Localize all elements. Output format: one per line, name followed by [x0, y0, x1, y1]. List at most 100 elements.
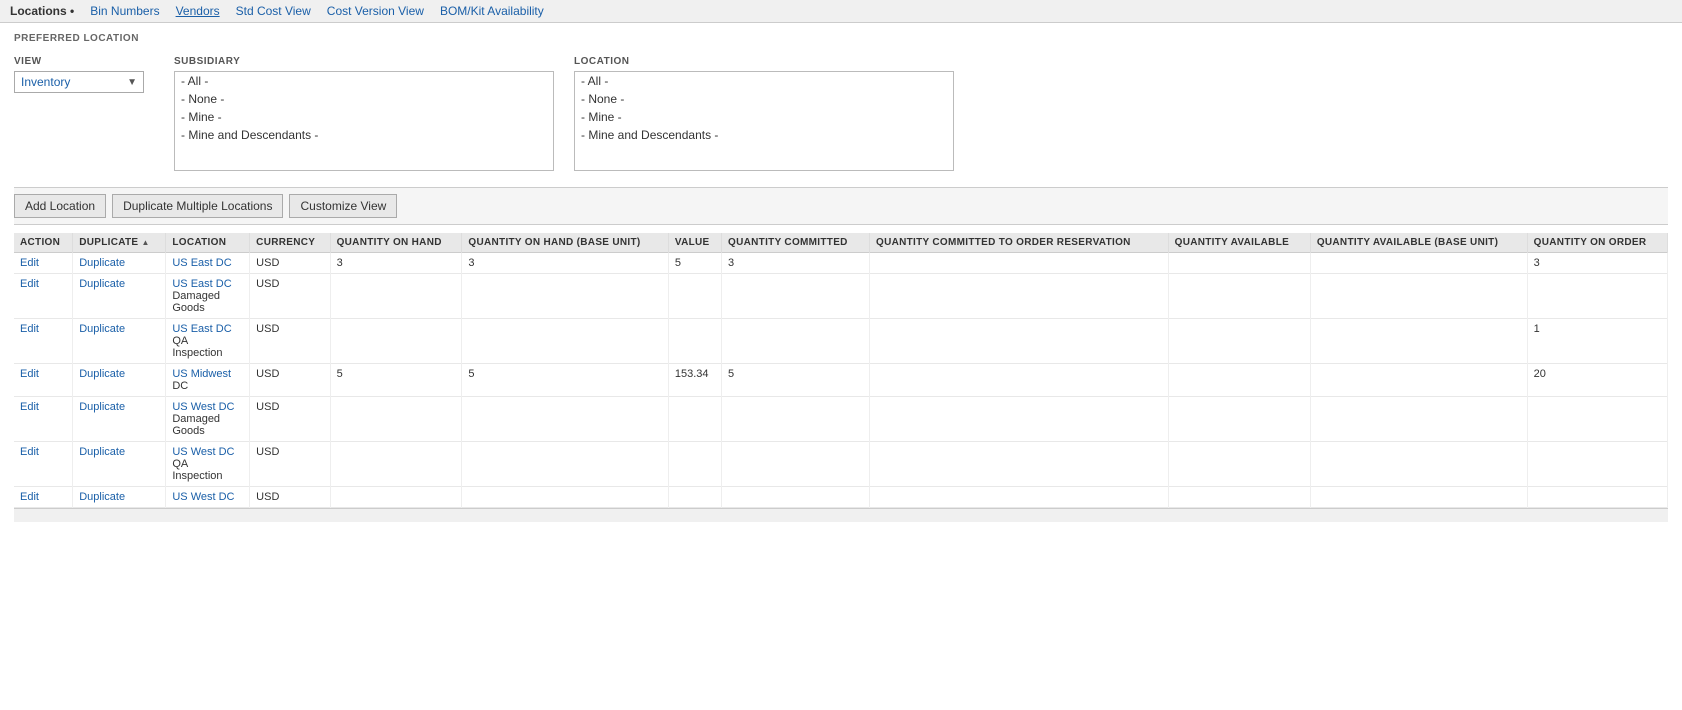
- cell-qty-available: [1168, 442, 1310, 487]
- duplicate-link[interactable]: Duplicate: [79, 401, 125, 413]
- duplicate-link[interactable]: Duplicate: [79, 278, 125, 290]
- col-duplicate[interactable]: DUPLICATE ▲: [73, 233, 166, 253]
- nav-vendors[interactable]: Vendors: [176, 4, 220, 18]
- location-item-all[interactable]: - All -: [575, 72, 953, 90]
- location-item-mine-descendants[interactable]: - Mine and Descendants -: [575, 126, 953, 144]
- cell-qty-committed-order: [870, 253, 1169, 274]
- duplicate-link[interactable]: Duplicate: [79, 257, 125, 269]
- cell-value: 153.34: [668, 364, 721, 397]
- cell-value: [668, 397, 721, 442]
- subsidiary-item-mine-descendants[interactable]: - Mine and Descendants -: [175, 126, 553, 144]
- edit-link[interactable]: Edit: [20, 491, 39, 503]
- cell-currency: USD: [250, 397, 330, 442]
- cell-action: Edit: [14, 319, 73, 364]
- table-row: Edit Duplicate US MidwestDC USD 5 5 153.…: [14, 364, 1668, 397]
- toolbar: Add Location Duplicate Multiple Location…: [14, 187, 1668, 225]
- cell-currency: USD: [250, 274, 330, 319]
- horizontal-scrollbar[interactable]: [14, 508, 1668, 522]
- cell-qty-committed-order: [870, 442, 1169, 487]
- location-link[interactable]: US East DC: [172, 323, 231, 335]
- location-link[interactable]: US East DC: [172, 257, 231, 269]
- table-row: Edit Duplicate US West DC USD: [14, 487, 1668, 508]
- cell-location: US East DCQAInspection: [166, 319, 250, 364]
- cell-duplicate: Duplicate: [73, 364, 166, 397]
- col-qty-committed-order: QUANTITY COMMITTED TO ORDER RESERVATION: [870, 233, 1169, 253]
- edit-link[interactable]: Edit: [20, 323, 39, 335]
- subsidiary-item-none[interactable]: - None -: [175, 90, 553, 108]
- cell-qty-on-hand-base: [462, 274, 668, 319]
- edit-link[interactable]: Edit: [20, 257, 39, 269]
- subsidiary-item-all[interactable]: - All -: [175, 72, 553, 90]
- subsidiary-listbox[interactable]: - All - - None - - Mine - - Mine and Des…: [174, 71, 554, 171]
- cell-qty-available-base: [1310, 442, 1527, 487]
- duplicate-multiple-button[interactable]: Duplicate Multiple Locations: [112, 194, 283, 218]
- view-select[interactable]: Inventory ▼: [14, 71, 144, 93]
- location-link[interactable]: US West DC: [172, 446, 234, 458]
- cell-qty-on-order: [1527, 274, 1667, 319]
- cell-qty-available: [1168, 274, 1310, 319]
- col-qty-on-hand: QUANTITY ON HAND: [330, 233, 462, 253]
- top-nav: Locations • Bin Numbers Vendors Std Cost…: [0, 0, 1682, 23]
- customize-view-button[interactable]: Customize View: [289, 194, 397, 218]
- nav-bin-numbers[interactable]: Bin Numbers: [90, 4, 159, 18]
- cell-qty-committed-order: [870, 487, 1169, 508]
- cell-currency: USD: [250, 364, 330, 397]
- location-item-mine[interactable]: - Mine -: [575, 108, 953, 126]
- subsidiary-group: SUBSIDIARY - All - - None - - Mine - - M…: [174, 56, 554, 171]
- cell-location: US West DCDamagedGoods: [166, 397, 250, 442]
- duplicate-link[interactable]: Duplicate: [79, 491, 125, 503]
- cell-qty-available-base: [1310, 487, 1527, 508]
- cell-qty-committed: [722, 442, 870, 487]
- cell-qty-on-hand: 3: [330, 253, 462, 274]
- cell-action: Edit: [14, 442, 73, 487]
- location-link[interactable]: US West DC: [172, 401, 234, 413]
- cell-qty-available: [1168, 253, 1310, 274]
- col-qty-available: QUANTITY AVAILABLE: [1168, 233, 1310, 253]
- cell-qty-committed: 3: [722, 253, 870, 274]
- table-container: ACTION DUPLICATE ▲ LOCATION CURRENCY QUA…: [14, 233, 1668, 508]
- cell-qty-on-hand-base: 3: [462, 253, 668, 274]
- cell-qty-on-hand-base: [462, 319, 668, 364]
- add-location-button[interactable]: Add Location: [14, 194, 106, 218]
- cell-duplicate: Duplicate: [73, 253, 166, 274]
- table-header-row: ACTION DUPLICATE ▲ LOCATION CURRENCY QUA…: [14, 233, 1668, 253]
- cell-action: Edit: [14, 364, 73, 397]
- inventory-table: ACTION DUPLICATE ▲ LOCATION CURRENCY QUA…: [14, 233, 1668, 508]
- edit-link[interactable]: Edit: [20, 368, 39, 380]
- cell-qty-on-hand-base: [462, 487, 668, 508]
- location-link[interactable]: US Midwest: [172, 368, 231, 380]
- cell-qty-on-hand: 5: [330, 364, 462, 397]
- nav-cost-version-view[interactable]: Cost Version View: [327, 4, 424, 18]
- cell-qty-on-hand: [330, 442, 462, 487]
- edit-link[interactable]: Edit: [20, 446, 39, 458]
- cell-qty-available: [1168, 487, 1310, 508]
- subsidiary-item-mine[interactable]: - Mine -: [175, 108, 553, 126]
- cell-value: 5: [668, 253, 721, 274]
- cell-qty-on-hand: [330, 397, 462, 442]
- cell-currency: USD: [250, 442, 330, 487]
- nav-locations[interactable]: Locations •: [10, 4, 74, 18]
- edit-link[interactable]: Edit: [20, 278, 39, 290]
- view-section: VIEW Inventory ▼: [14, 56, 144, 93]
- table-row: Edit Duplicate US East DC USD 3 3 5 3 3: [14, 253, 1668, 274]
- cell-duplicate: Duplicate: [73, 487, 166, 508]
- duplicate-link[interactable]: Duplicate: [79, 368, 125, 380]
- location-link[interactable]: US East DC: [172, 278, 231, 290]
- location-link[interactable]: US West DC: [172, 491, 234, 503]
- location-item-none[interactable]: - None -: [575, 90, 953, 108]
- cell-qty-available: [1168, 397, 1310, 442]
- nav-bom-kit[interactable]: BOM/Kit Availability: [440, 4, 544, 18]
- cell-qty-on-order: 1: [1527, 319, 1667, 364]
- col-location: LOCATION: [166, 233, 250, 253]
- view-value: Inventory: [21, 75, 70, 89]
- edit-link[interactable]: Edit: [20, 401, 39, 413]
- location-listbox[interactable]: - All - - None - - Mine - - Mine and Des…: [574, 71, 954, 171]
- cell-currency: USD: [250, 253, 330, 274]
- cell-qty-on-hand-base: 5: [462, 364, 668, 397]
- col-currency: CURRENCY: [250, 233, 330, 253]
- nav-std-cost-view[interactable]: Std Cost View: [236, 4, 311, 18]
- duplicate-link[interactable]: Duplicate: [79, 323, 125, 335]
- duplicate-link[interactable]: Duplicate: [79, 446, 125, 458]
- cell-value: [668, 274, 721, 319]
- cell-qty-available-base: [1310, 274, 1527, 319]
